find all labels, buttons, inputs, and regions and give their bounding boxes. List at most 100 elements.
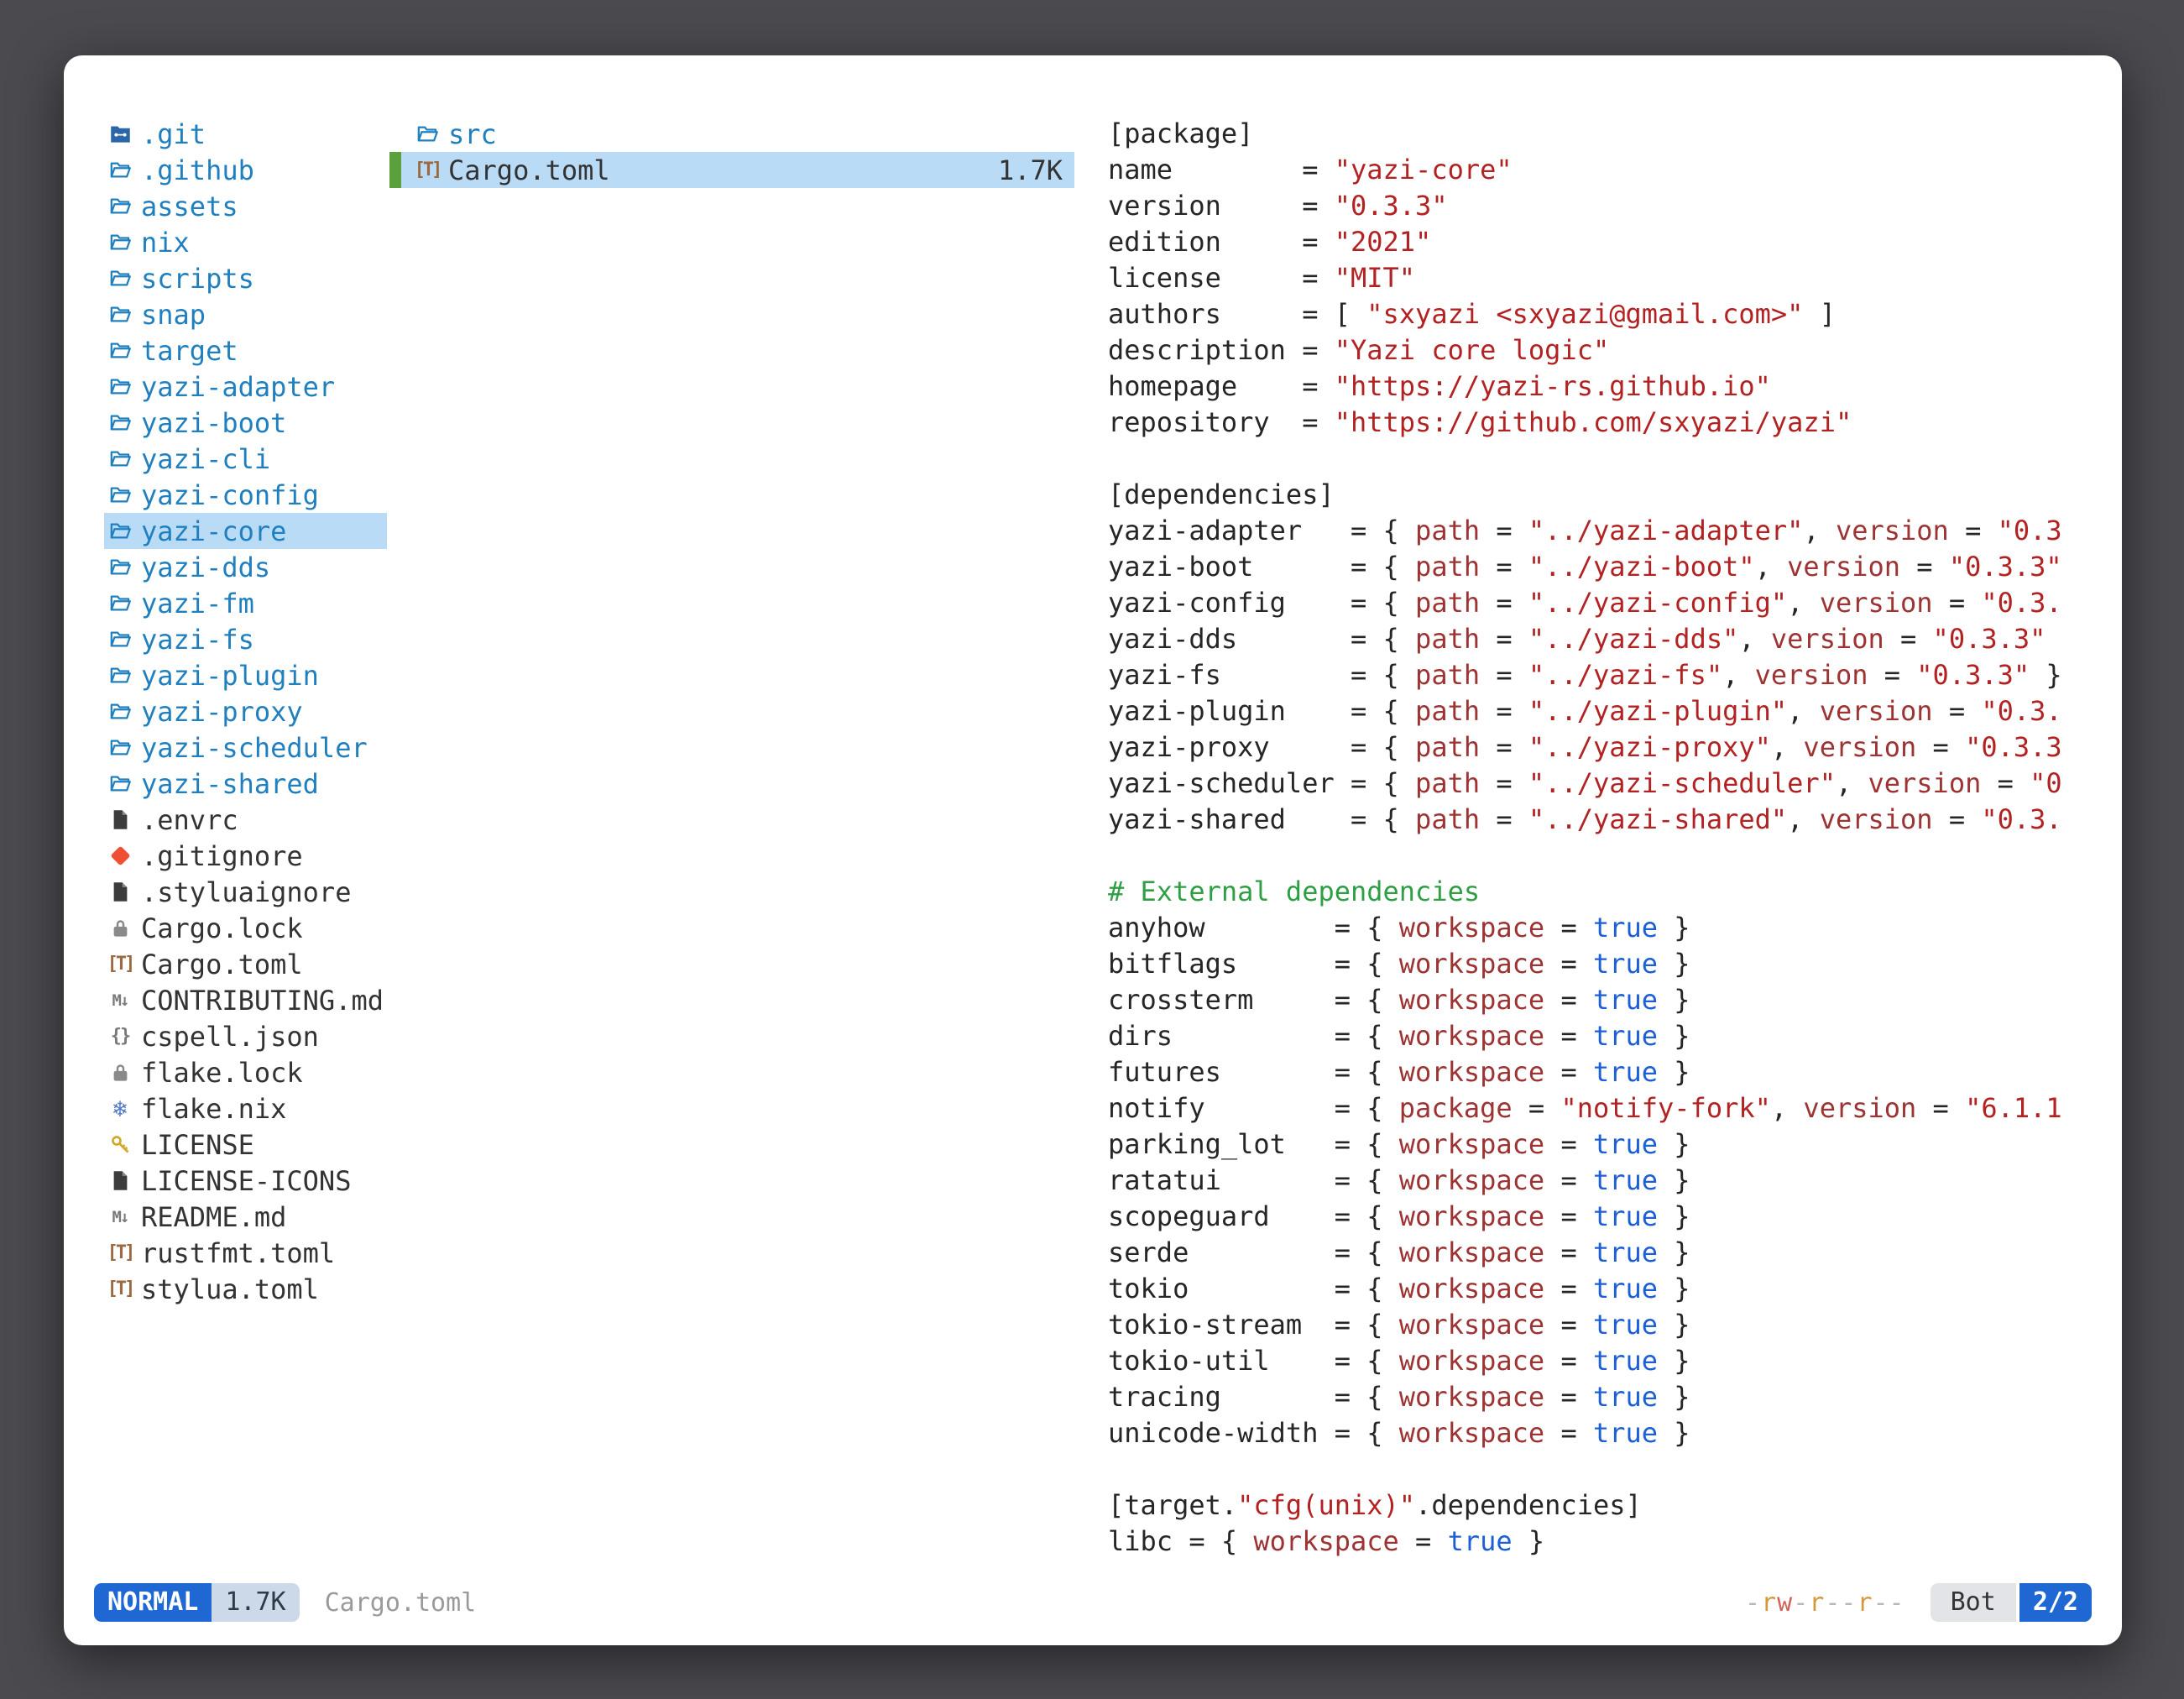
parent-entry-scripts[interactable]: scripts [104, 260, 387, 296]
preview-line: description = "Yazi core logic" [1108, 332, 2122, 369]
preview-line: tokio-stream = { workspace = true } [1108, 1307, 2122, 1343]
parent-entry-yazi-plugin[interactable]: yazi-plugin [104, 657, 387, 693]
folder-open-icon [104, 303, 136, 326]
folder-open-icon [104, 267, 136, 290]
parent-entry-assets[interactable]: assets [104, 188, 387, 224]
parent-entry-yazi-dds[interactable]: yazi-dds [104, 549, 387, 585]
parent-entry-yazi-cli[interactable]: yazi-cli [104, 441, 387, 477]
file-icon [104, 808, 136, 831]
folder-open-icon [104, 772, 136, 795]
parent-entry-Cargo.toml[interactable]: [T]Cargo.toml [104, 946, 387, 982]
parent-entry-Cargo.lock[interactable]: Cargo.lock [104, 910, 387, 946]
preview-line: anyhow = { workspace = true } [1108, 910, 2122, 946]
entry-name: yazi-dds [141, 552, 270, 583]
entry-name: yazi-plugin [141, 660, 319, 692]
preview-line: yazi-shared = { path = "../yazi-shared",… [1108, 802, 2122, 838]
parent-entry-stylua.toml[interactable]: [T]stylua.toml [104, 1271, 387, 1307]
entry-name: yazi-adapter [141, 371, 335, 403]
preview-line: tokio-util = { workspace = true } [1108, 1343, 2122, 1379]
parent-entry-yazi-boot[interactable]: yazi-boot [104, 405, 387, 441]
preview-line [1108, 838, 2122, 874]
parent-entry-README.md[interactable]: M↓README.md [104, 1199, 387, 1235]
desktop-background: { "colors": { "desktop_bg": "#4a4a4f", "… [0, 0, 2184, 1699]
parent-entry-.github[interactable]: .github [104, 152, 387, 188]
preview-line: unicode-width = { workspace = true } [1108, 1415, 2122, 1451]
markdown-icon: M↓ [104, 1208, 136, 1226]
entry-name: nix [141, 227, 190, 259]
parent-entry-.styluaignore[interactable]: .styluaignore [104, 874, 387, 910]
markdown-icon: M↓ [104, 991, 136, 1010]
json-braces-icon: {} [104, 1026, 136, 1047]
file-preview-pane[interactable]: [package]name = "yazi-core"version = "0.… [1108, 116, 2122, 1576]
preview-line: edition = "2021" [1108, 224, 2122, 260]
entry-name: cspell.json [141, 1021, 319, 1053]
current-entry-Cargo.toml[interactable]: [T]Cargo.toml1.7K [389, 152, 1074, 188]
current-entry-src[interactable]: src [389, 116, 1074, 152]
folder-open-icon [104, 664, 136, 687]
yazi-window: .git.githubassetsnixscriptssnaptargetyaz… [64, 55, 2122, 1645]
preview-line: [package] [1108, 116, 2122, 152]
parent-entry-.envrc[interactable]: .envrc [104, 802, 387, 838]
entry-name: Cargo.toml [448, 154, 610, 186]
parent-entry-cspell.json[interactable]: {}cspell.json [104, 1018, 387, 1054]
folder-open-icon [104, 339, 136, 362]
folder-open-icon [104, 736, 136, 759]
parent-entry-snap[interactable]: snap [104, 296, 387, 332]
parent-entry-flake.nix[interactable]: ❄flake.nix [104, 1090, 387, 1127]
entry-name: assets [141, 191, 238, 222]
status-filename: Cargo.toml [325, 1588, 477, 1618]
entry-name: snap [141, 299, 206, 331]
parent-entry-.gitignore[interactable]: .gitignore [104, 838, 387, 874]
parent-entry-yazi-config[interactable]: yazi-config [104, 477, 387, 513]
entry-name: yazi-scheduler [141, 732, 368, 764]
entry-name: flake.nix [141, 1093, 286, 1125]
entry-name: yazi-core [141, 515, 286, 547]
preview-line: serde = { workspace = true } [1108, 1235, 2122, 1271]
entry-name: src [448, 118, 497, 150]
parent-entry-yazi-scheduler[interactable]: yazi-scheduler [104, 729, 387, 766]
parent-entry-yazi-fm[interactable]: yazi-fm [104, 585, 387, 621]
folder-open-icon [104, 520, 136, 542]
parent-entry-LICENSE[interactable]: LICENSE [104, 1127, 387, 1163]
preview-line: bitflags = { workspace = true } [1108, 946, 2122, 982]
parent-entry-rustfmt.toml[interactable]: [T]rustfmt.toml [104, 1235, 387, 1271]
parent-entry-.git[interactable]: .git [104, 116, 387, 152]
preview-line: notify = { package = "notify-fork", vers… [1108, 1090, 2122, 1127]
entry-name: .envrc [141, 804, 238, 836]
entry-name: Cargo.lock [141, 912, 303, 944]
preview-line: homepage = "https://yazi-rs.github.io" [1108, 369, 2122, 405]
parent-entry-nix[interactable]: nix [104, 224, 387, 260]
entry-size: 1.7K [998, 154, 1074, 186]
file-size-chip: 1.7K [212, 1583, 299, 1622]
preview-line: version = "0.3.3" [1108, 188, 2122, 224]
parent-entry-CONTRIBUTING.md[interactable]: M↓CONTRIBUTING.md [104, 982, 387, 1018]
preview-line: # External dependencies [1108, 874, 2122, 910]
status-bar: NORMAL 1.7K Cargo.toml -rw-r--r-- Bot 2/… [94, 1583, 2092, 1622]
preview-line: dirs = { workspace = true } [1108, 1018, 2122, 1054]
entry-name: LICENSE-ICONS [141, 1165, 351, 1197]
parent-directory-pane: .git.githubassetsnixscriptssnaptargetyaz… [104, 116, 387, 1307]
folder-open-icon [104, 700, 136, 723]
license-key-icon [104, 1133, 136, 1156]
nix-snowflake-icon: ❄ [104, 1095, 136, 1122]
entry-name: .git [141, 118, 206, 150]
lock-icon [104, 1061, 136, 1084]
parent-entry-yazi-fs[interactable]: yazi-fs [104, 621, 387, 657]
parent-entry-flake.lock[interactable]: flake.lock [104, 1054, 387, 1090]
parent-entry-target[interactable]: target [104, 332, 387, 369]
parent-entry-yazi-core[interactable]: yazi-core [104, 513, 387, 549]
folder-open-icon [104, 484, 136, 506]
parent-entry-yazi-proxy[interactable]: yazi-proxy [104, 693, 387, 729]
preview-line: yazi-plugin = { path = "../yazi-plugin",… [1108, 693, 2122, 729]
entry-name: LICENSE [141, 1129, 254, 1161]
parent-entry-yazi-adapter[interactable]: yazi-adapter [104, 369, 387, 405]
cursor-position-chip: 2/2 [2019, 1583, 2092, 1622]
preview-line: yazi-dds = { path = "../yazi-dds", versi… [1108, 621, 2122, 657]
parent-entry-yazi-shared[interactable]: yazi-shared [104, 766, 387, 802]
folder-open-icon [411, 123, 443, 145]
preview-line: authors = [ "sxyazi <sxyazi@gmail.com>" … [1108, 296, 2122, 332]
entry-name: stylua.toml [141, 1273, 319, 1305]
preview-line: yazi-scheduler = { path = "../yazi-sched… [1108, 766, 2122, 802]
parent-entry-LICENSE-ICONS[interactable]: LICENSE-ICONS [104, 1163, 387, 1199]
folder-open-icon [104, 159, 136, 181]
